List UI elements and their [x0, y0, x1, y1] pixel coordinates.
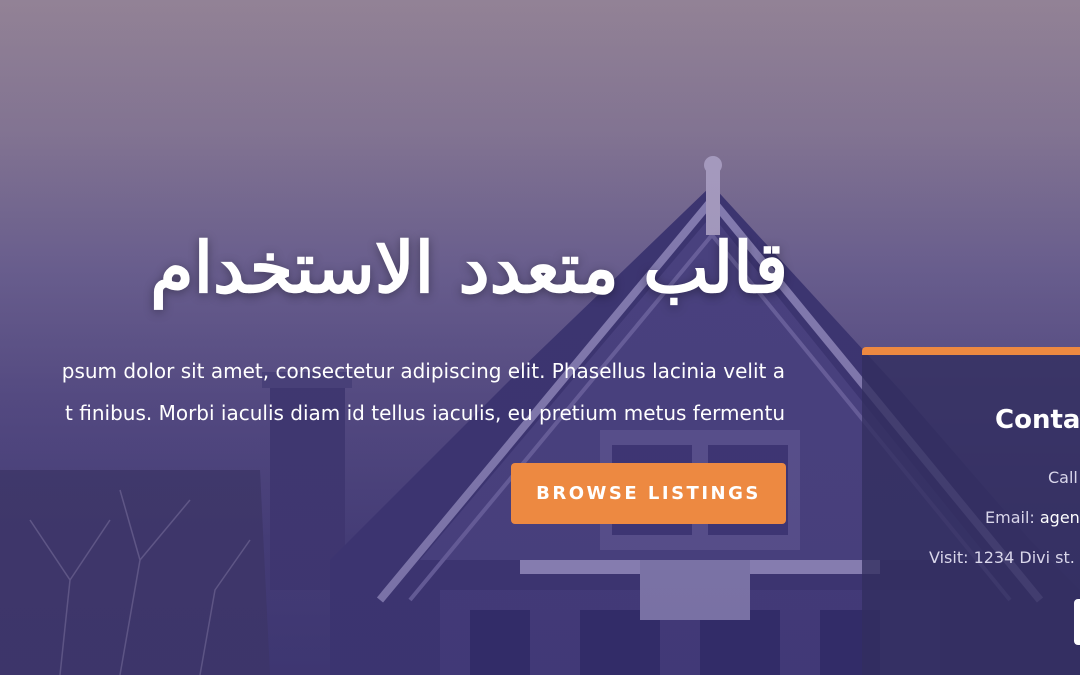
hero-description: psum dolor sit amet, consectetur adipisc… [0, 350, 785, 434]
hero-description-line-1: psum dolor sit amet, consectetur adipisc… [61, 359, 785, 383]
hero-title: قالب متعدد الاستخدام [150, 226, 788, 309]
contact-visit-label: Visit: 1234 Divi st. [929, 548, 1075, 567]
contact-card: !Conta Call Email: agen Visit: 1234 Divi… [862, 347, 1080, 675]
contact-call-label: Call [1048, 468, 1078, 487]
contact-email-label: Email: [985, 508, 1040, 527]
contact-title: !Conta [995, 405, 1080, 435]
hero-description-line-2: t finibus. Morbi iaculis diam id tellus … [65, 401, 785, 425]
contact-email: Email: agen [985, 508, 1080, 527]
browse-listings-button[interactable]: BROWSE LISTINGS [511, 463, 786, 524]
contact-visit: Visit: 1234 Divi st. [929, 548, 1075, 567]
contact-button[interactable] [1074, 599, 1080, 645]
contact-call: Call [1048, 468, 1078, 487]
contact-email-link[interactable]: agen [1040, 508, 1080, 527]
